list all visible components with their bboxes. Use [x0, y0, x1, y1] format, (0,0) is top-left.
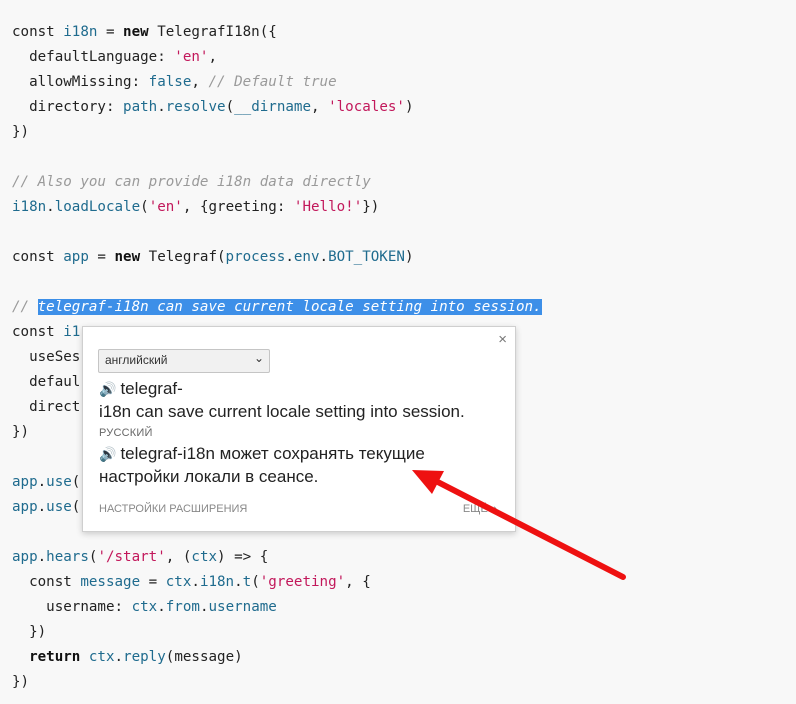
annotation-arrow [412, 470, 626, 580]
arrow-shaft [427, 475, 626, 580]
